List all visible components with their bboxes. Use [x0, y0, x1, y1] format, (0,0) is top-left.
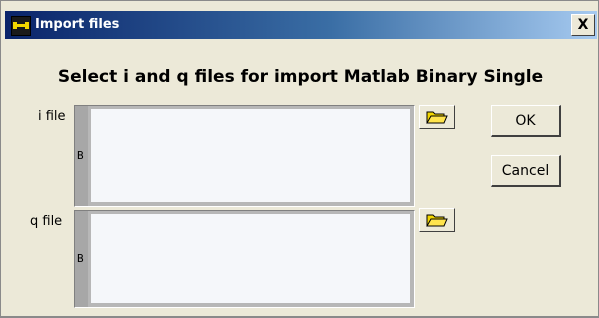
close-icon: X — [577, 17, 589, 33]
cancel-button[interactable]: Cancel — [491, 155, 561, 187]
window-title: Import files — [35, 17, 120, 32]
i-file-list-area[interactable] — [91, 109, 410, 202]
dialog-heading: Select i and q files for import Matlab B… — [57, 67, 544, 87]
open-folder-icon — [426, 214, 448, 227]
q-file-label: q file — [30, 214, 63, 229]
app-icon — [11, 16, 31, 36]
q-file-cursor-marker: Β — [77, 252, 84, 265]
i-file-cursor-marker: Β — [77, 149, 84, 162]
title-bar[interactable]: Import files X — [5, 11, 597, 39]
q-file-browse-button[interactable] — [419, 208, 455, 232]
ok-button[interactable]: OK — [491, 105, 561, 137]
q-file-list-area[interactable] — [91, 214, 410, 303]
i-file-browse-button[interactable] — [419, 105, 455, 129]
import-files-dialog: Import files X Select i and q files for … — [0, 0, 599, 318]
i-file-list[interactable]: Β — [74, 105, 415, 207]
q-file-list[interactable]: Β — [74, 210, 415, 308]
i-file-label: i file — [38, 109, 66, 124]
open-folder-icon — [426, 111, 448, 124]
dialog-bottom-border — [1, 316, 598, 317]
close-button[interactable]: X — [571, 14, 595, 36]
